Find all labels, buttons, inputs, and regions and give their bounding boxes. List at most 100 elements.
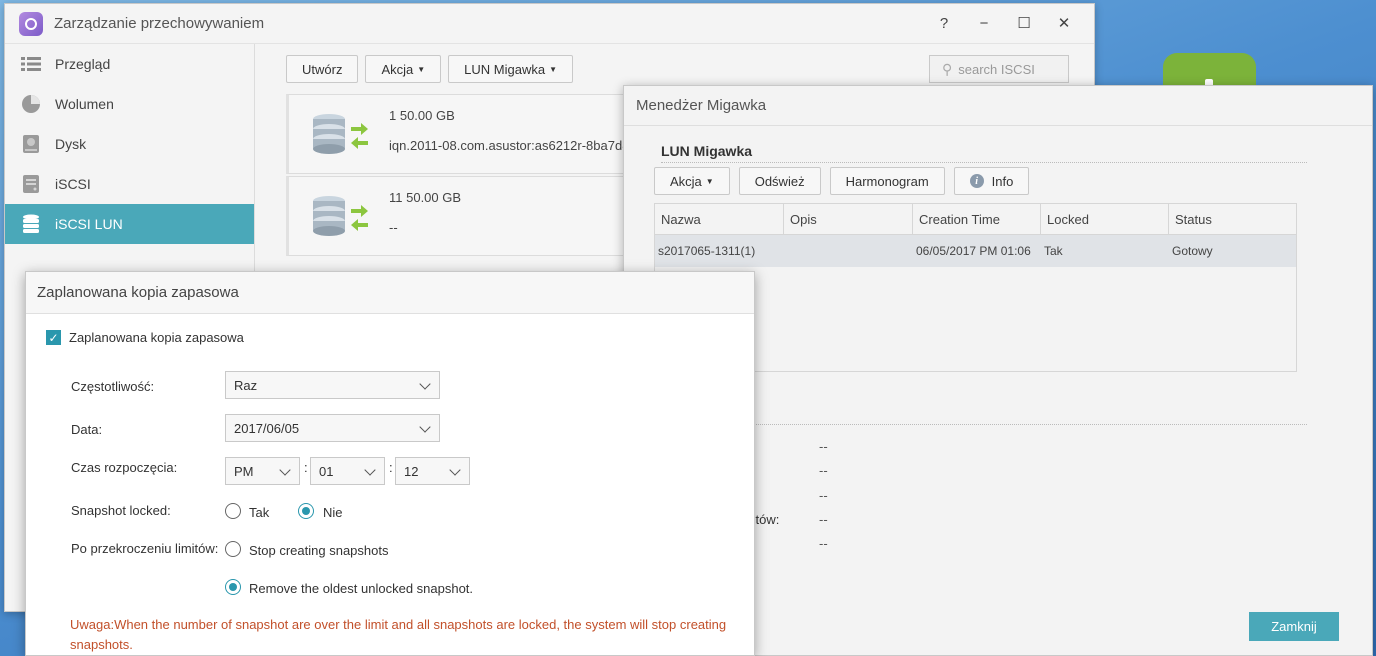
sidebar-item-label: iSCSI LUN: [55, 216, 123, 232]
sidebar-item-iscsi[interactable]: iSCSI: [5, 164, 254, 204]
hour-value: 01: [319, 463, 334, 479]
chevron-down-icon: [449, 464, 461, 476]
main-toolbar: Utwórz Akcja ▼ LUN Migawka ▼: [286, 55, 574, 83]
locked-no-label: Nie: [323, 505, 343, 520]
minute-select[interactable]: 12: [395, 457, 470, 485]
cell-creation-time: 06/05/2017 PM 01:06: [916, 244, 1031, 258]
chevron-down-icon: [364, 464, 376, 476]
column-header-status[interactable]: Status: [1169, 204, 1296, 234]
sidebar-item-overview[interactable]: Przegląd: [5, 44, 254, 84]
info-label: Info: [991, 173, 1014, 189]
dialog-title: Zaplanowana kopia zapasowa: [26, 272, 754, 314]
window-controls: ? − ☐ ✕: [924, 10, 1084, 36]
sidebar-item-volume[interactable]: Wolumen: [5, 84, 254, 124]
schedule-enabled-label: Zaplanowana kopia zapasowa: [69, 330, 244, 345]
frequency-label: Częstotliwość:: [71, 379, 155, 394]
remove-oldest-radio[interactable]: [225, 579, 241, 595]
schedule-enabled-checkbox[interactable]: ✓: [46, 330, 61, 345]
minimize-icon[interactable]: −: [964, 10, 1004, 36]
column-header-description[interactable]: Opis: [784, 204, 913, 234]
hour-select[interactable]: 01: [310, 457, 385, 485]
window-title: Zarządzanie przechowywaniem: [54, 15, 265, 32]
time-separator: :: [389, 460, 393, 475]
database-icon: [21, 214, 41, 234]
list-icon: [21, 54, 41, 74]
info-icon: i: [969, 174, 984, 188]
lun-size: 11 50.00 GB: [389, 190, 462, 205]
search-input[interactable]: ⚲ search ISCSI: [929, 55, 1069, 83]
minute-value: 12: [404, 463, 419, 479]
stop-creating-label: Stop creating snapshots: [249, 543, 389, 558]
search-icon: ⚲: [942, 60, 953, 77]
caret-down-icon: ▼: [417, 64, 426, 74]
lun-snapshot-label: LUN Migawka: [464, 61, 546, 77]
detail-value: --: [819, 463, 828, 478]
cell-description: [784, 235, 913, 267]
lun-target: --: [389, 220, 398, 235]
cell-status: Gotowy: [1172, 244, 1213, 258]
detail-value: --: [819, 536, 828, 551]
date-label: Data:: [71, 422, 103, 437]
details-heading: n: [742, 407, 1307, 425]
lun-size: 1 50.00 GB: [389, 108, 455, 123]
create-button[interactable]: Utwórz: [286, 55, 359, 83]
help-icon[interactable]: ?: [924, 10, 964, 36]
refresh-button[interactable]: Odśwież: [738, 167, 821, 195]
frequency-value: Raz: [234, 377, 258, 393]
pie-icon: [21, 94, 41, 114]
date-select[interactable]: 2017/06/05: [225, 414, 440, 442]
sidebar-item-label: Dysk: [55, 136, 87, 152]
lun-target: iqn.2011-08.com.asustor:as6212r-8ba7d8: [389, 138, 630, 153]
schedule-button[interactable]: Harmonogram: [829, 167, 945, 195]
remove-oldest-label: Remove the oldest unlocked snapshot.: [249, 581, 474, 596]
locked-yes-radio[interactable]: [225, 503, 241, 519]
search-placeholder: search ISCSI: [958, 61, 1035, 77]
snapshot-locked-label: Snapshot locked:: [71, 503, 171, 518]
stop-creating-radio[interactable]: [225, 541, 241, 557]
lun-database-icon: [313, 114, 368, 154]
locked-no-radio[interactable]: [298, 503, 314, 519]
action-label: Akcja: [381, 61, 414, 77]
table-row[interactable]: s2017065-1311(1) 06/05/2017 PM 01:06 Tak…: [655, 235, 1296, 267]
lun-snapshot-button[interactable]: LUN Migawka ▼: [448, 55, 574, 83]
chevron-down-icon: [419, 378, 431, 390]
sidebar-item-iscsi-lun[interactable]: iSCSI LUN: [5, 204, 254, 244]
column-header-locked[interactable]: Locked: [1041, 204, 1169, 234]
warning-note: Uwaga:When the number of snapshot are ov…: [70, 617, 727, 652]
action-button[interactable]: Akcja ▼: [365, 55, 442, 83]
cell-name: s2017065-1311(1): [658, 244, 756, 258]
column-header-name[interactable]: Nazwa: [655, 204, 784, 234]
server-icon: [21, 174, 41, 194]
disk-icon: [21, 134, 41, 154]
scheduled-backup-dialog: Zaplanowana kopia zapasowa ✓ Zaplanowana…: [25, 271, 755, 656]
ampm-select[interactable]: PM: [225, 457, 300, 485]
date-value: 2017/06/05: [234, 420, 300, 436]
locked-yes-label: Tak: [249, 505, 270, 520]
maximize-icon[interactable]: ☐: [1004, 10, 1044, 36]
frequency-select[interactable]: Raz: [225, 371, 440, 399]
snapshot-toolbar: Akcja ▼ Odśwież Harmonogram i Info: [654, 167, 1030, 195]
detail-value: --: [819, 439, 828, 454]
chevron-down-icon: [279, 464, 291, 476]
info-button[interactable]: i Info: [953, 167, 1030, 195]
detail-value: --: [819, 488, 828, 503]
sidebar-item-label: iSCSI: [55, 176, 91, 192]
time-separator: :: [304, 460, 308, 475]
ampm-value: PM: [234, 463, 254, 479]
lun-snapshot-heading: LUN Migawka: [661, 143, 1307, 163]
close-icon[interactable]: ✕: [1044, 10, 1084, 36]
over-limit-label: Po przekroczeniu limitów:: [71, 541, 219, 556]
column-header-creation-time[interactable]: Creation Time: [913, 204, 1041, 234]
cell-locked: Tak: [1044, 244, 1063, 258]
storage-app-icon: [19, 11, 43, 36]
table-header: Nazwa Opis Creation Time Locked Status: [655, 204, 1296, 235]
close-button[interactable]: Zamknij: [1249, 612, 1339, 641]
snapshot-manager-title: Menedżer Migawka: [624, 86, 1372, 126]
caret-down-icon: ▼: [705, 176, 714, 186]
start-time-label: Czas rozpoczęcia:: [71, 460, 178, 475]
lun-database-icon: [313, 196, 368, 236]
snapshot-action-button[interactable]: Akcja ▼: [654, 167, 730, 195]
sidebar-item-disk[interactable]: Dysk: [5, 124, 254, 164]
sidebar-item-label: Przegląd: [55, 56, 111, 72]
detail-value: --: [819, 512, 828, 527]
